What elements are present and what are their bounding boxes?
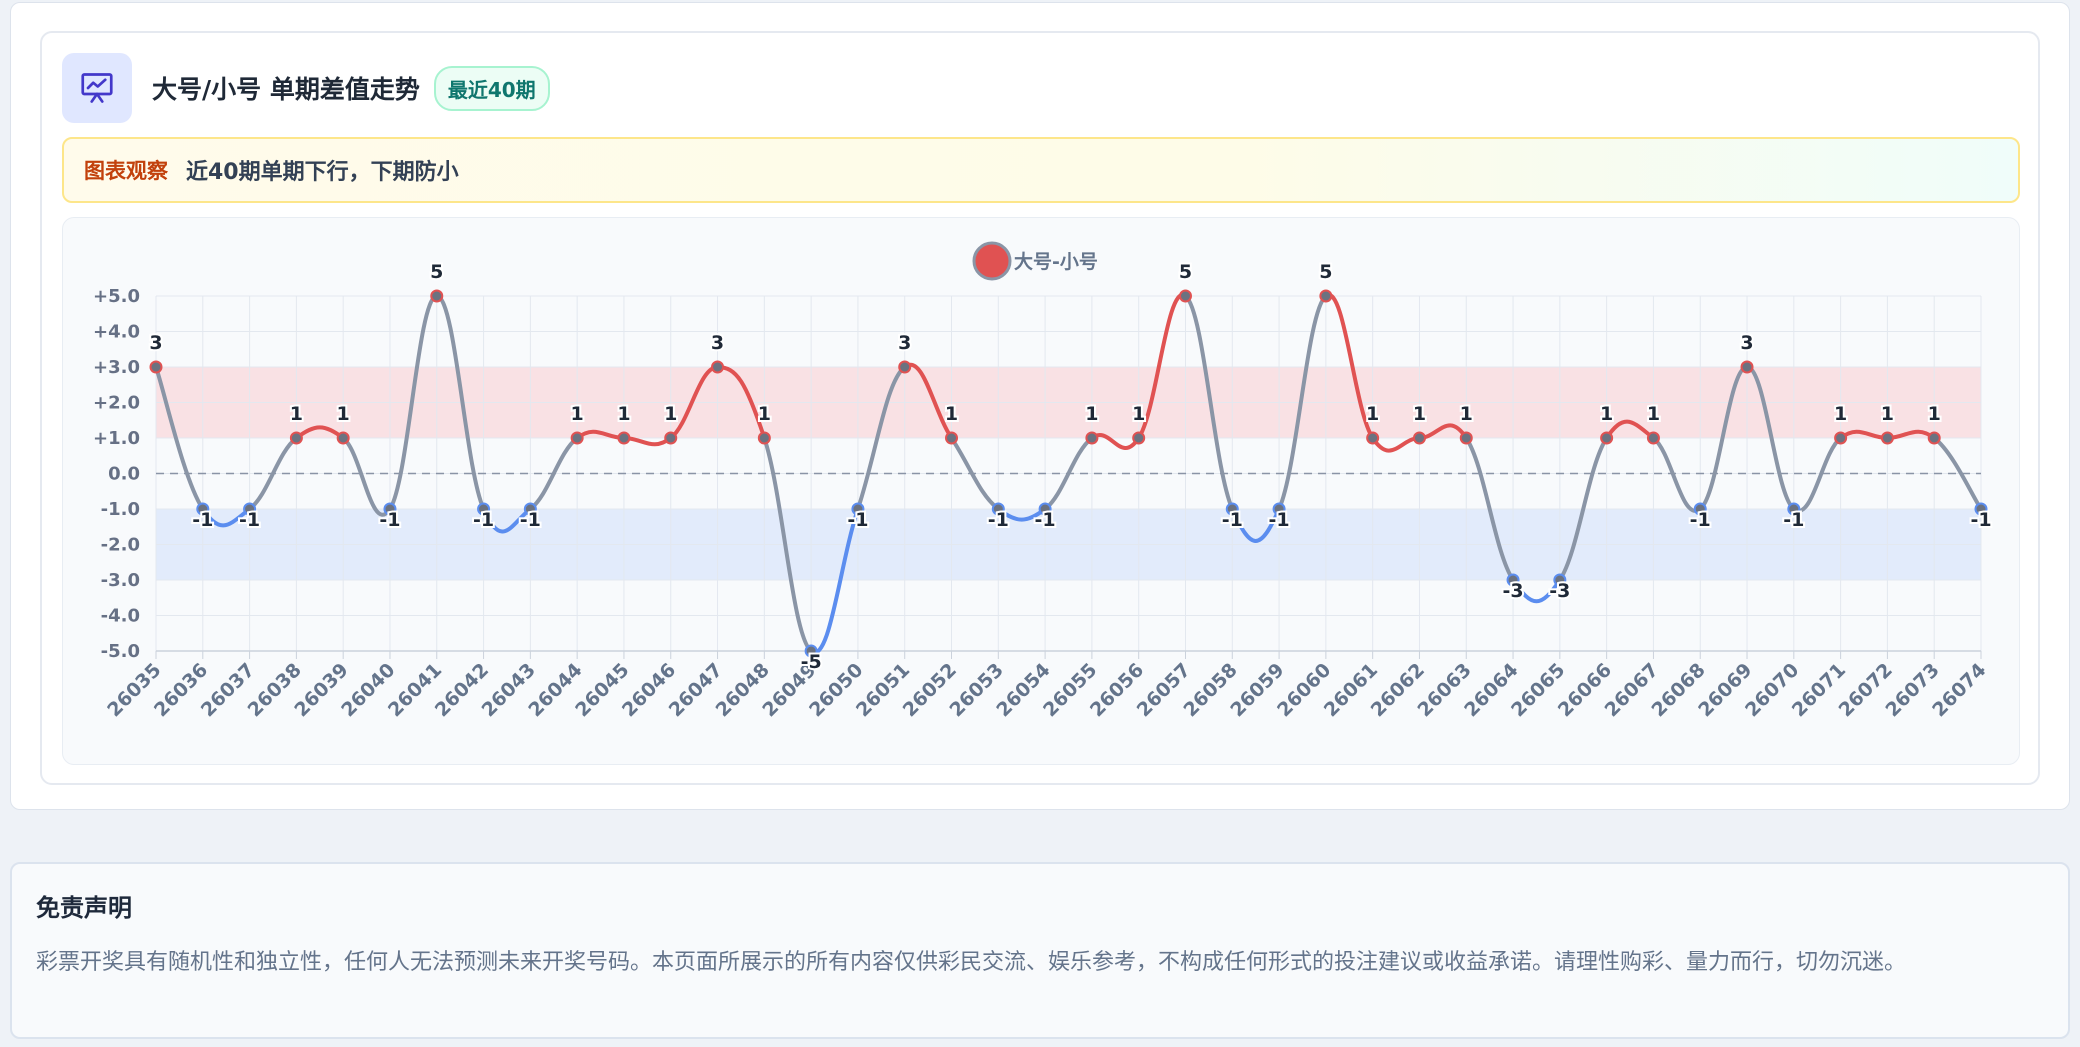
data-label: 3 [1740, 332, 1753, 354]
data-label: 1 [1085, 403, 1098, 425]
card-header: 大号/小号 单期差值走势 最近40期 [62, 53, 550, 123]
disclaimer-text: 彩票开奖具有随机性和独立性，任何人无法预测未来开奖号码。本页面所展示的所有内容仅… [36, 950, 1907, 975]
series-line-segment [1370, 436, 1422, 453]
data-point [430, 289, 444, 303]
x-tick-label: 26074 [1928, 659, 1990, 721]
data-label: 1 [758, 403, 771, 425]
data-point [617, 431, 631, 445]
data-label: -1 [192, 509, 213, 531]
y-tick-label: -2.0 [101, 535, 140, 556]
insight-banner: 图表观察 近40期单期下行，下期防小 [62, 137, 2020, 203]
series-line-segment [341, 436, 392, 517]
y-tick-label: -5.0 [101, 641, 140, 662]
data-label: -1 [1269, 509, 1290, 531]
data-label: 1 [945, 403, 958, 425]
data-label: 1 [337, 403, 350, 425]
series-line-segment [1651, 436, 1703, 513]
chart-panel: 大号/小号 单期差值走势 最近40期 图表观察 近40期单期下行，下期防小 大号… [10, 2, 2070, 810]
data-label: 1 [1834, 403, 1847, 425]
line-chart: 大号-小号 +5.0 +4.0 +3.0 +2.0 +1.0 0.0 -1.0 -2.0 -3.… [93, 241, 1994, 721]
card-title: 大号/小号 单期差值走势 [152, 75, 420, 104]
y-tick-label: +2.0 [93, 393, 140, 414]
data-point [1834, 431, 1848, 445]
data-point [757, 431, 771, 445]
data-point [149, 360, 163, 374]
data-label: -1 [1222, 509, 1243, 531]
data-label: 1 [571, 403, 584, 425]
presentation-chart-icon [62, 53, 132, 123]
data-label: -1 [239, 509, 260, 531]
data-point [1412, 431, 1426, 445]
data-point [1927, 431, 1941, 445]
data-point [1740, 360, 1754, 374]
data-point [711, 360, 725, 374]
data-label: -5 [801, 651, 822, 673]
data-point [1600, 431, 1614, 445]
data-label: -1 [379, 509, 400, 531]
data-label: 5 [1319, 261, 1332, 283]
data-label: -1 [1035, 509, 1056, 531]
period-badge: 最近40期 [433, 65, 550, 111]
y-tick-label: +1.0 [93, 428, 140, 449]
data-label: 1 [1928, 403, 1941, 425]
data-label: -3 [1502, 580, 1523, 602]
y-tick-label: +4.0 [93, 322, 140, 343]
y-tick-label: 0.0 [108, 464, 140, 485]
data-point [945, 431, 959, 445]
data-label: 3 [149, 332, 162, 354]
data-label: -1 [520, 509, 541, 531]
data-label: 1 [617, 403, 630, 425]
data-label: -1 [473, 509, 494, 531]
data-point [1319, 289, 1333, 303]
data-label: -1 [988, 509, 1009, 531]
data-label: 1 [1366, 403, 1379, 425]
disclaimer-title: 免责声明 [36, 894, 132, 922]
data-label: 1 [1881, 403, 1894, 425]
data-label: -1 [1690, 509, 1711, 531]
y-tick-label: -4.0 [101, 606, 140, 627]
data-label: 1 [290, 403, 303, 425]
data-point [289, 431, 303, 445]
data-point [664, 431, 678, 445]
data-point [570, 431, 584, 445]
data-point [1459, 431, 1473, 445]
y-tick-label: -3.0 [101, 570, 140, 591]
data-label: 1 [1647, 403, 1660, 425]
data-label: -1 [1783, 509, 1804, 531]
series-line-segment [1791, 436, 1843, 513]
y-tick-label: -1.0 [101, 499, 140, 520]
data-label: 1 [1600, 403, 1613, 425]
insight-text: 近40期单期下行，下期防小 [186, 160, 459, 185]
data-label: 1 [1132, 403, 1145, 425]
y-tick-label: +3.0 [93, 357, 140, 378]
data-label: 5 [1179, 261, 1192, 283]
chart-area: 大号-小号 +5.0 +4.0 +3.0 +2.0 +1.0 0.0 -1.0 -2.0 -3.… [62, 217, 2020, 765]
data-point [1132, 431, 1146, 445]
data-point [1646, 431, 1660, 445]
data-point [1178, 289, 1192, 303]
insight-label: 图表观察 [84, 159, 168, 183]
chart-card: 大号/小号 单期差值走势 最近40期 图表观察 近40期单期下行，下期防小 大号… [40, 31, 2040, 785]
data-point [1880, 431, 1894, 445]
data-label: 1 [1413, 403, 1426, 425]
legend-label: 大号-小号 [1014, 250, 1098, 273]
y-tick-label: +5.0 [93, 286, 140, 307]
data-label: 1 [664, 403, 677, 425]
data-label: 3 [711, 332, 724, 354]
data-point [1366, 431, 1380, 445]
data-label: 3 [898, 332, 911, 354]
data-point [898, 360, 912, 374]
disclaimer-section: 免责声明 彩票开奖具有随机性和独立性，任何人无法预测未来开奖号码。本页面所展示的… [10, 862, 2070, 1039]
series-line-segment [621, 436, 673, 447]
data-point [1085, 431, 1099, 445]
data-label: 1 [1460, 403, 1473, 425]
data-label: 5 [430, 261, 443, 283]
data-point [336, 431, 350, 445]
data-label: -1 [1970, 509, 1991, 531]
data-label: -3 [1549, 580, 1570, 602]
legend-marker [972, 241, 1012, 281]
data-label: -1 [847, 509, 868, 531]
